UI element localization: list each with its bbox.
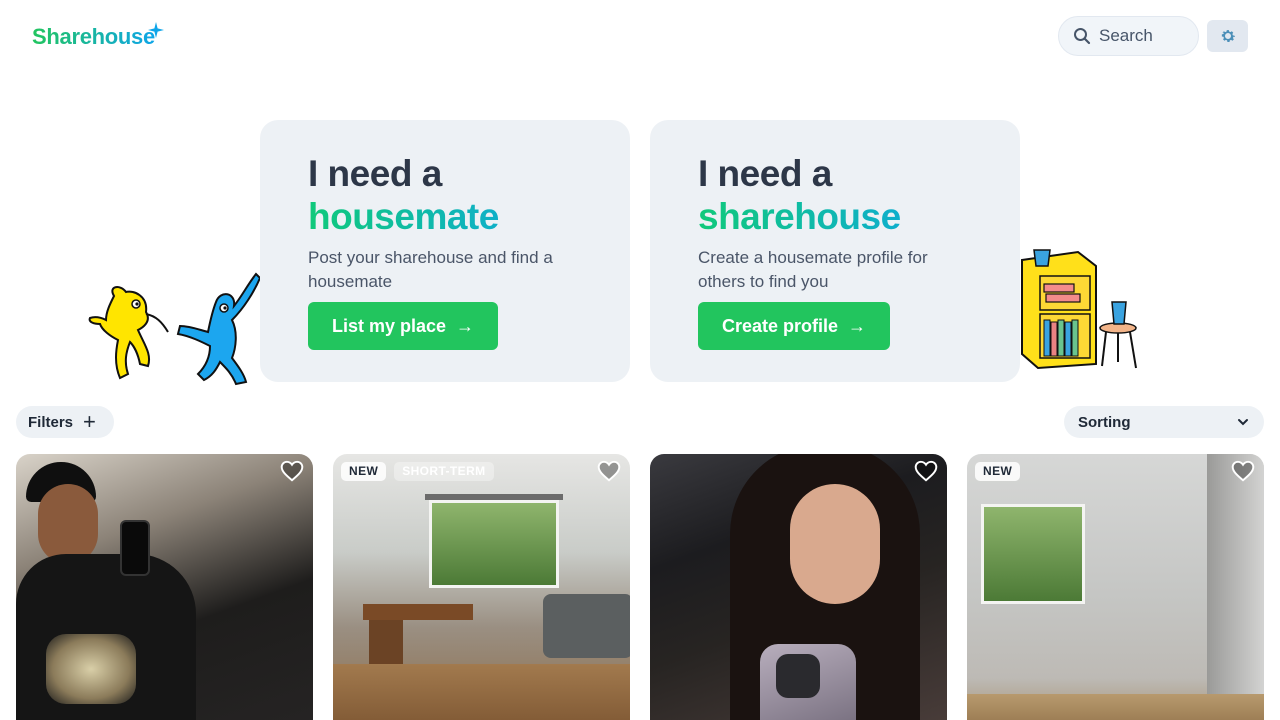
create-profile-button[interactable]: Create profile → xyxy=(698,302,891,350)
listing-photo xyxy=(967,454,1264,720)
logo[interactable]: Sharehouse xyxy=(32,24,155,50)
new-badge: NEW xyxy=(341,462,387,481)
sparkle-icon xyxy=(148,22,164,38)
search-icon xyxy=(1074,28,1091,45)
filters-button[interactable]: Filters + xyxy=(16,406,114,438)
listing-photo xyxy=(650,454,947,720)
bookshelf-illustration xyxy=(1021,249,1137,370)
housemate-card-title: I need a housemate xyxy=(308,152,582,238)
housemate-card: I need a housemate Post your sharehouse … xyxy=(260,120,630,382)
short-term-badge: SHORT-TERM xyxy=(394,462,494,481)
heart-icon[interactable] xyxy=(279,458,305,484)
chevron-down-icon xyxy=(1238,419,1248,426)
listing-card[interactable]: NEW SHORT-TERM xyxy=(333,454,630,720)
settings-button[interactable] xyxy=(1207,20,1248,52)
listing-card[interactable] xyxy=(650,454,947,720)
listing-badges: NEW SHORT-TERM xyxy=(341,462,494,481)
search-button[interactable]: Search xyxy=(1058,16,1199,56)
sharehouse-card-subtitle: Create a housemate profile for others to… xyxy=(698,248,928,291)
arrow-right-icon: → xyxy=(456,315,475,336)
search-label: Search xyxy=(1099,26,1153,45)
heart-icon[interactable] xyxy=(596,458,622,484)
list-my-place-button[interactable]: List my place → xyxy=(308,302,499,350)
plus-icon: + xyxy=(83,409,96,434)
listing-card[interactable]: NEW xyxy=(967,454,1264,720)
heart-icon[interactable] xyxy=(913,458,939,484)
housemate-card-subtitle: Post your sharehouse and find a housemat… xyxy=(308,248,553,291)
sorting-dropdown[interactable]: Sorting xyxy=(1064,406,1264,438)
sharehouse-card-title-accent: sharehouse xyxy=(698,195,972,238)
dancing-characters-illustration xyxy=(88,272,262,386)
sorting-label: Sorting xyxy=(1078,413,1131,431)
create-profile-label: Create profile xyxy=(722,315,839,336)
list-my-place-label: List my place xyxy=(332,315,447,336)
housemate-card-title-line1: I need a xyxy=(308,153,442,194)
gear-icon xyxy=(1221,30,1235,42)
filters-label: Filters xyxy=(28,413,74,431)
arrow-right-icon: → xyxy=(848,315,867,336)
listing-photo xyxy=(16,454,313,720)
listing-badges: NEW xyxy=(975,462,1021,481)
site-header: Sharehouse Search xyxy=(0,0,1280,72)
sharehouse-card-title-line1: I need a xyxy=(698,153,832,194)
listing-photo xyxy=(333,454,630,720)
new-badge: NEW xyxy=(975,462,1021,481)
sharehouse-card: I need a sharehouse Create a housemate p… xyxy=(650,120,1020,382)
listing-card[interactable] xyxy=(16,454,313,720)
heart-icon[interactable] xyxy=(1230,458,1256,484)
housemate-card-title-accent: housemate xyxy=(308,195,582,238)
sharehouse-card-title: I need a sharehouse xyxy=(698,152,972,238)
